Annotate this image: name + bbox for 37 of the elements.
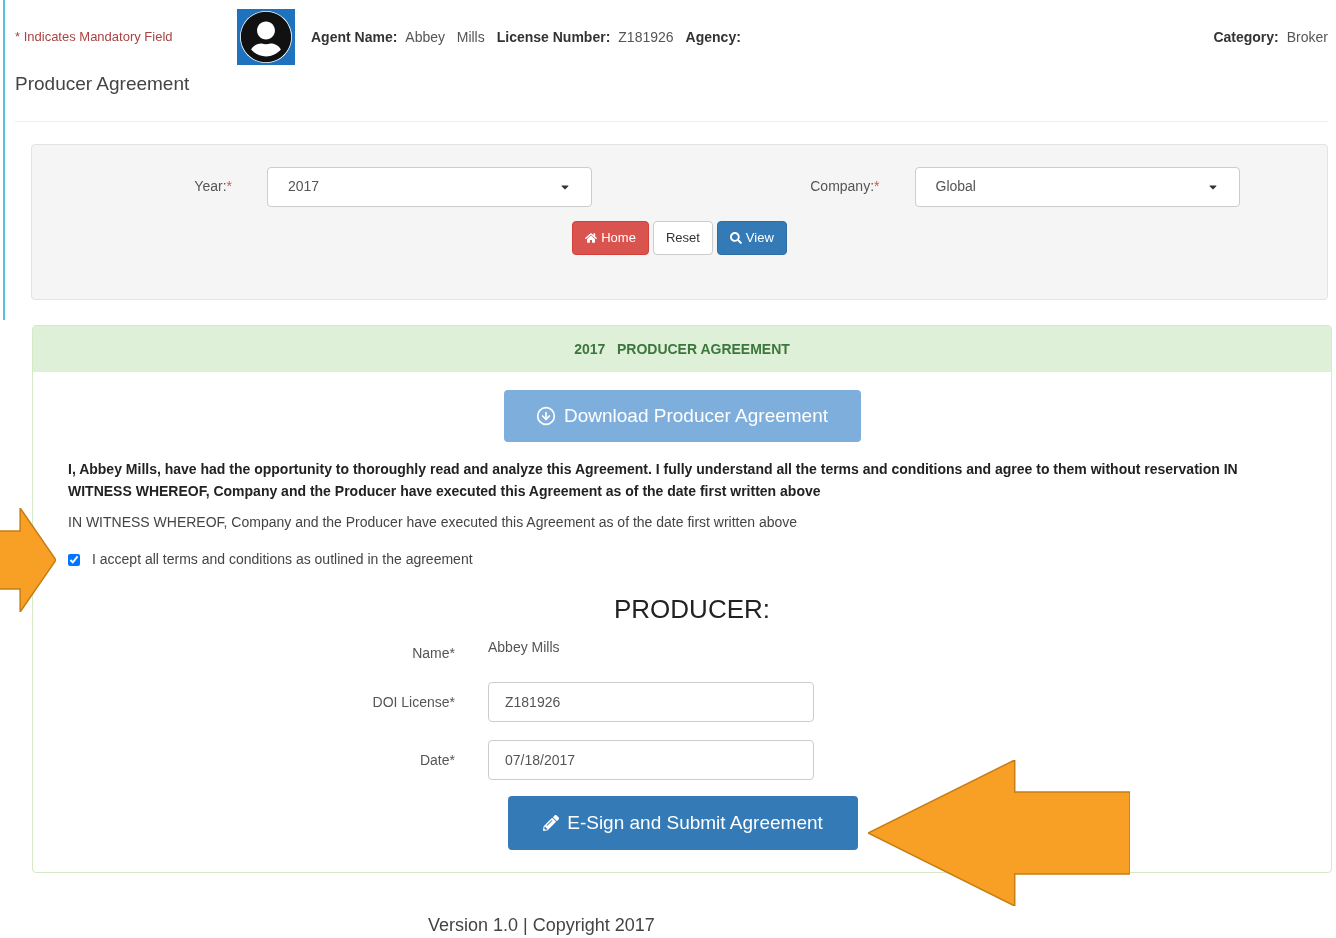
form-label: DOI License*: [371, 692, 456, 712]
arrow-icon: [0, 508, 56, 612]
arrow-icon: [868, 760, 1130, 906]
agreement-statement: I, Abbey Mills, have had the opportunity to thoroughly read and analyze this Agreement. I fully understand all the terms and conditions and agree to them without reservation IN WITNESS WHEREOF, Company and the Producer have executed this Agreement as of the date first written above: [68, 460, 1239, 501]
panel-heading: 2017 PRODUCER AGREEMENT: [33, 326, 1331, 372]
input-field[interactable]: 07/18/2017: [488, 740, 814, 780]
mandatory-note: * Indicates Mandatory Field: [15, 28, 174, 47]
filter-label: Year:*: [193, 177, 233, 196]
field-value: Z181926: [618, 27, 674, 47]
footer-text: Version 1.0 | Copyright 2017: [428, 914, 655, 937]
name-value: Abbey Mills: [488, 638, 560, 657]
producer-heading: PRODUCER:: [614, 593, 770, 626]
select-field[interactable]: 2017: [267, 166, 592, 207]
page-title: Producer Agreement: [15, 72, 191, 96]
reset-button[interactable]: Reset: [652, 220, 713, 255]
field-value: Abbey Mills: [405, 27, 485, 47]
avatar-icon: [237, 9, 295, 65]
home-button[interactable]: Home: [572, 220, 649, 255]
pencil-icon: [543, 815, 560, 831]
form-label: Name*: [411, 644, 456, 663]
download-icon: [535, 406, 556, 426]
field-label: Agent Name:: [311, 27, 398, 47]
view-button[interactable]: View: [716, 220, 787, 255]
form-label: Date*: [418, 750, 456, 770]
field-label: Agency:: [685, 27, 741, 47]
field-label: License Number:: [496, 27, 611, 47]
accept-label: I accept all terms and conditions as outlined in the agreement: [92, 550, 473, 569]
filter-label: Company:*: [809, 177, 881, 196]
select-field[interactable]: Global: [914, 166, 1240, 207]
input-field[interactable]: Z181926: [488, 682, 814, 722]
submit-button[interactable]: E-Sign and Submit Agreement: [508, 796, 858, 850]
accept-checkbox[interactable]: [68, 553, 80, 566]
field-label: Category:: [1213, 27, 1279, 47]
search-icon: [729, 231, 742, 244]
home-icon: [585, 231, 598, 244]
witness-text: IN WITNESS WHEREOF, Company and the Producer have executed this Agreement as of the date first written above: [68, 513, 799, 532]
field-value: Broker: [1286, 27, 1328, 47]
